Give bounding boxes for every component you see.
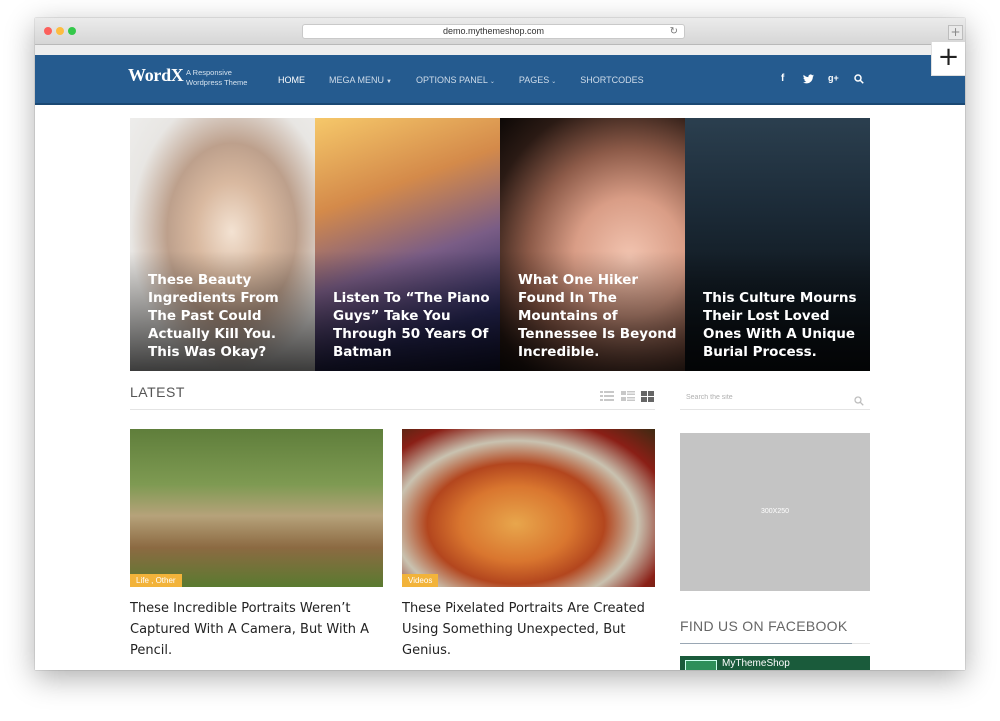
site-logo[interactable]: WordX xyxy=(128,65,184,86)
minimize-window-button[interactable] xyxy=(56,27,64,35)
post-card-2: Videos These Pixelated Portraits Are Cre… xyxy=(402,429,655,661)
caret-down-icon: ▼ xyxy=(386,79,392,85)
google-plus-icon[interactable]: g+ xyxy=(828,73,839,83)
search-input[interactable] xyxy=(680,389,845,405)
reload-icon[interactable]: ↻ xyxy=(670,25,678,38)
featured-slider: These Beauty Ingredients From The Past C… xyxy=(130,118,870,371)
add-button[interactable]: + xyxy=(931,42,965,76)
site-tagline: A Responsive Wordpress Theme xyxy=(186,68,248,87)
nav-home[interactable]: HOME xyxy=(278,75,305,85)
slide-4[interactable]: This Culture Mourns Their Lost Loved One… xyxy=(685,118,870,371)
search-icon[interactable] xyxy=(854,74,864,87)
maximize-window-button[interactable] xyxy=(68,27,76,35)
post-2-image[interactable]: Videos xyxy=(402,429,655,587)
post-1-category-badge[interactable]: Life , Other xyxy=(130,574,182,587)
list-view-icon[interactable] xyxy=(600,387,614,406)
grid-view-icon[interactable] xyxy=(641,387,654,406)
nav-home-label: HOME xyxy=(278,75,305,85)
compact-view-icon[interactable] xyxy=(621,387,635,406)
sidebar-search xyxy=(680,385,870,410)
url-text: demo.mythemeshop.com xyxy=(442,26,545,36)
slide-2-title: Listen To “The Piano Guys” Take You Thro… xyxy=(333,290,490,360)
nav-options-panel[interactable]: OPTIONS PANEL ⌄ xyxy=(416,75,495,85)
slide-1[interactable]: These Beauty Ingredients From The Past C… xyxy=(130,118,315,371)
post-1-title[interactable]: These Incredible Portraits Weren’t Captu… xyxy=(130,598,383,661)
post-1-image[interactable]: Life , Other xyxy=(130,429,383,587)
nav-mega-menu-label: MEGA MENU xyxy=(329,75,385,85)
post-2-category-badge[interactable]: Videos xyxy=(402,574,439,587)
facebook-icon[interactable]: f xyxy=(781,73,784,84)
close-window-button[interactable] xyxy=(44,27,52,35)
slide-2[interactable]: Listen To “The Piano Guys” Take You Thro… xyxy=(315,118,500,371)
chevron-down-icon: ⌄ xyxy=(551,79,557,85)
site-header: WordX A Responsive Wordpress Theme HOME … xyxy=(35,55,965,105)
post-card-1: Life , Other These Incredible Portraits … xyxy=(130,429,383,661)
ad-placeholder[interactable]: 300X250 xyxy=(680,433,870,591)
nav-mega-menu[interactable]: MEGA MENU ▼ xyxy=(329,75,392,85)
search-icon[interactable] xyxy=(854,391,864,410)
latest-header: LATEST xyxy=(130,382,655,410)
facebook-heading: FIND US ON FACEBOOK xyxy=(680,618,870,644)
facebook-widget[interactable]: MyThemeShop xyxy=(680,656,870,670)
facebook-page-thumbnail xyxy=(685,660,717,670)
slide-3-title: What One Hiker Found In The Mountains of… xyxy=(518,272,677,360)
browser-titlebar: demo.mythemeshop.com ↻ + xyxy=(35,18,965,45)
twitter-icon[interactable] xyxy=(803,74,814,87)
latest-heading: LATEST xyxy=(130,384,185,400)
browser-toolbar-strip xyxy=(35,45,965,55)
post-2-title[interactable]: These Pixelated Portraits Are Created Us… xyxy=(402,598,655,661)
main-nav: HOME MEGA MENU ▼ OPTIONS PANEL ⌄ PAGES ⌄ SH… xyxy=(278,55,668,105)
nav-pages[interactable]: PAGES ⌄ xyxy=(519,75,556,85)
new-tab-button[interactable]: + xyxy=(948,25,963,40)
chevron-down-icon: ⌄ xyxy=(489,79,495,85)
nav-shortcodes-label: SHORTCODES xyxy=(580,75,644,85)
slide-1-title: These Beauty Ingredients From The Past C… xyxy=(148,272,279,360)
address-bar[interactable]: demo.mythemeshop.com ↻ xyxy=(302,24,685,39)
slide-4-title: This Culture Mourns Their Lost Loved One… xyxy=(703,290,857,360)
nav-pages-label: PAGES xyxy=(518,75,550,85)
nav-options-panel-label: OPTIONS PANEL xyxy=(415,75,488,85)
browser-window: demo.mythemeshop.com ↻ + WordX A Respons… xyxy=(35,18,965,670)
nav-shortcodes[interactable]: SHORTCODES xyxy=(580,75,643,85)
facebook-page-name: MyThemeShop xyxy=(722,658,790,669)
slide-3[interactable]: What One Hiker Found In The Mountains of… xyxy=(500,118,685,371)
